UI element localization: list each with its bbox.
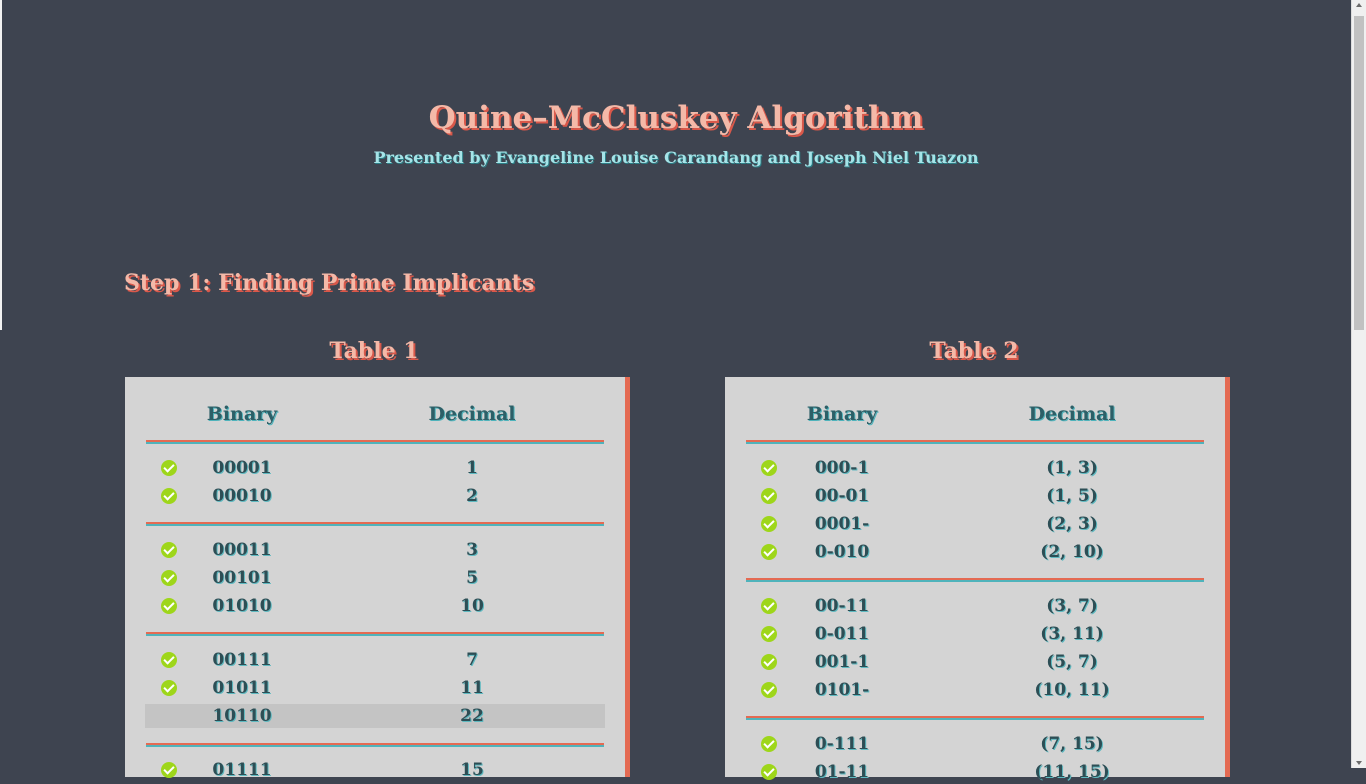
- binary-cell: 00011: [212, 540, 272, 560]
- decimal-cell: 5: [466, 568, 478, 588]
- binary-cell: 00101: [212, 568, 272, 588]
- page-subtitle: Presented by Evangeline Louise Carandang…: [373, 148, 979, 167]
- decimal-cell: (2, 10): [1040, 542, 1104, 562]
- decimal-cell: (2, 3): [1046, 514, 1098, 534]
- table-row: 00-01 (1, 5): [745, 484, 1205, 508]
- binary-cell: 0-010: [814, 542, 870, 562]
- scroll-up-arrow-icon[interactable]: [1356, 3, 1362, 7]
- vertical-scrollbar[interactable]: [1351, 0, 1366, 768]
- binary-cell: 0-011: [814, 624, 870, 644]
- table-row: 01111 15: [145, 758, 605, 782]
- binary-cell: 00010: [212, 486, 272, 506]
- group-divider: [746, 578, 1204, 580]
- binary-cell: 0101-: [814, 680, 870, 700]
- decimal-cell: (7, 15): [1040, 734, 1104, 754]
- decimal-cell: (3, 11): [1040, 624, 1104, 644]
- group-divider: [146, 522, 604, 524]
- table-row: 0-010 (2, 10): [745, 540, 1205, 564]
- decimal-cell: 7: [466, 650, 478, 670]
- group-divider: [146, 440, 604, 442]
- table-row: 00-11 (3, 7): [745, 594, 1205, 618]
- table-row: 0-011 (3, 11): [745, 622, 1205, 646]
- decimal-cell: 15: [460, 760, 484, 780]
- binary-cell: 000-1: [814, 458, 870, 478]
- decimal-cell: 10: [460, 596, 484, 616]
- table-row: 00011 3: [145, 538, 605, 562]
- table-row: 000-1 (1, 3): [745, 456, 1205, 480]
- decimal-cell: (3, 7): [1046, 596, 1098, 616]
- table-row: 01010 10: [145, 594, 605, 618]
- decimal-cell: (10, 11): [1034, 680, 1110, 700]
- table-row: 0101- (10, 11): [745, 678, 1205, 702]
- decimal-cell: 11: [460, 678, 484, 698]
- table-row: 0-111 (7, 15): [745, 732, 1205, 756]
- group-divider: [746, 716, 1204, 718]
- table-row: 0001- (2, 3): [745, 512, 1205, 536]
- group-divider: [746, 440, 1204, 442]
- binary-cell: 001-1: [814, 652, 870, 672]
- binary-cell: 01010: [212, 596, 272, 616]
- table-1-binary-header: Binary: [206, 403, 278, 425]
- table-1-title: Table 1: [329, 338, 419, 364]
- decimal-cell: 3: [466, 540, 478, 560]
- table-1-card: Binary Decimal 00001 1 00010 2 00011 3 0…: [125, 377, 630, 780]
- binary-cell: 01111: [212, 760, 272, 780]
- table-row: 001-1 (5, 7): [745, 650, 1205, 674]
- table-row: 00001 1: [145, 456, 605, 480]
- decimal-cell: 1: [466, 458, 478, 478]
- group-divider: [146, 632, 604, 634]
- binary-cell: 01-11: [814, 762, 870, 782]
- table-1-decimal-header: Decimal: [428, 403, 516, 425]
- page-title: Quine–McCluskey Algorithm: [428, 100, 924, 136]
- scroll-down-arrow-icon[interactable]: [1356, 761, 1362, 765]
- binary-cell: 10110: [212, 706, 272, 726]
- table-row: 00111 7: [145, 648, 605, 672]
- table-row: 01-11 (11, 15): [745, 760, 1205, 784]
- group-divider: [146, 743, 604, 745]
- table-2-card: Binary Decimal 000-1 (1, 3) 00-01 (1, 5)…: [725, 377, 1230, 782]
- table-2-title: Table 2: [929, 338, 1019, 364]
- scrollbar-thumb[interactable]: [1354, 16, 1364, 330]
- binary-cell: 00-11: [814, 596, 870, 616]
- table-2-decimal-header: Decimal: [1028, 403, 1116, 425]
- binary-cell: 01011: [212, 678, 272, 698]
- binary-cell: 0-111: [814, 734, 870, 754]
- table-2-binary-header: Binary: [806, 403, 878, 425]
- binary-cell: 0001-: [814, 514, 870, 534]
- binary-cell: 00111: [212, 650, 272, 670]
- binary-cell: 00001: [212, 458, 272, 478]
- step-1-heading: Step 1: Finding Prime Implicants: [124, 270, 535, 296]
- table-row-unchecked: 10110 22: [145, 704, 605, 728]
- decimal-cell: (11, 15): [1034, 762, 1110, 782]
- decimal-cell: 2: [466, 486, 478, 506]
- decimal-cell: (1, 3): [1046, 458, 1098, 478]
- binary-cell: 00-01: [814, 486, 870, 506]
- decimal-cell: 22: [460, 706, 484, 726]
- decimal-cell: (1, 5): [1046, 486, 1098, 506]
- decimal-cell: (5, 7): [1046, 652, 1098, 672]
- table-row: 00101 5: [145, 566, 605, 590]
- table-row: 00010 2: [145, 484, 605, 508]
- table-row: 01011 11: [145, 676, 605, 700]
